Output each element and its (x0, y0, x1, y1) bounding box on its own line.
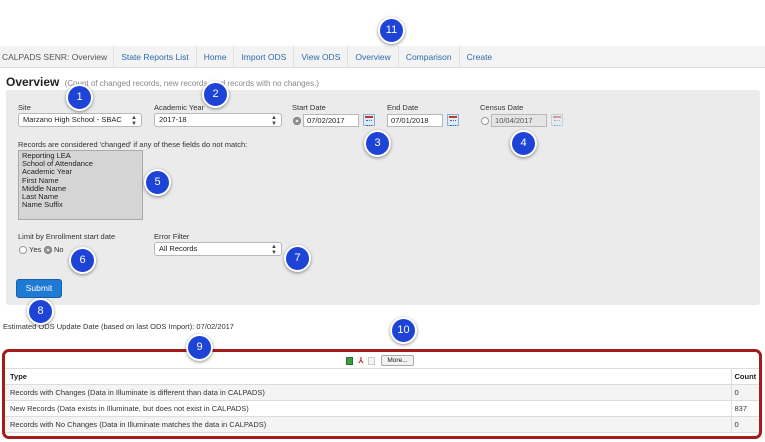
nav-link-home[interactable]: Home (195, 45, 234, 68)
fields-label: Records are considered 'changed' if any … (18, 140, 248, 149)
nav-link-state-reports-list[interactable]: State Reports List (113, 45, 196, 68)
limit-enrollment-label: Limit by Enrollment start date (18, 232, 116, 241)
nav-link-overview[interactable]: Overview (347, 45, 397, 68)
row-count: 0 (730, 384, 759, 401)
academic-year-select[interactable]: 2017-18 ▲ ▼ (154, 113, 282, 127)
callout-5: 5 (144, 169, 171, 196)
row-count: 837 (730, 400, 759, 417)
fields-list-item[interactable]: Name Suffix (22, 201, 142, 209)
more-button[interactable]: More... (381, 355, 414, 366)
site-select-value: Marzano High School - SBAC (23, 115, 122, 124)
start-date-label: Start Date (292, 103, 326, 112)
select-arrows-icon: ▲ ▼ (271, 244, 277, 256)
callout-11: 11 (378, 17, 405, 44)
pdf-export-icon[interactable]: ⅄ (357, 356, 365, 365)
app-title: CALPADS SENR: Overview (2, 51, 108, 62)
end-date-label: End Date (387, 103, 419, 112)
end-date-input[interactable]: 07/01/2018 (387, 114, 443, 127)
select-arrows-icon: ▲ ▼ (131, 115, 137, 127)
error-filter-select[interactable]: All Records ▲ ▼ (154, 242, 282, 256)
row-type: Records with Changes (Data in Illuminate… (5, 384, 731, 401)
submit-button[interactable]: Submit (16, 279, 62, 298)
callout-6: 6 (69, 247, 96, 274)
academic-year-value: 2017-18 (159, 115, 187, 124)
excel-export-icon[interactable] (346, 357, 353, 365)
callout-7: 7 (284, 245, 311, 272)
callout-2: 2 (202, 81, 229, 108)
top-nav: CALPADS SENR: Overview State Reports Lis… (0, 45, 765, 68)
callout-4: 4 (510, 130, 537, 157)
callout-10: 10 (390, 317, 417, 344)
nav-link-comparison[interactable]: Comparison (397, 45, 459, 68)
table-row: New Records (Data exists in Illuminate, … (5, 400, 759, 417)
site-label: Site (18, 103, 31, 112)
row-count: 0 (730, 416, 759, 433)
census-date-label: Census Date (480, 103, 524, 112)
nav-link-import-ods[interactable]: Import ODS (233, 45, 293, 68)
export-toolbar: ⅄ More... (5, 352, 759, 369)
page-heading: Overview (Count of changed records, new … (6, 75, 319, 89)
fields-listbox[interactable]: Reporting LEA School of Attendance Acade… (18, 150, 143, 220)
page-subtitle: (Count of changed records, new records, … (64, 79, 319, 88)
start-date-input[interactable]: 07/02/2017 (303, 114, 359, 127)
column-header-count[interactable]: Count (730, 369, 759, 385)
nav-link-view-ods[interactable]: View ODS (293, 45, 347, 68)
start-date-radio[interactable] (293, 117, 301, 125)
nav-link-create[interactable]: Create (458, 45, 500, 68)
error-filter-label: Error Filter (154, 232, 190, 241)
row-type: Records with No Changes (Data in Illumin… (5, 416, 731, 433)
academic-year-label: Academic Year (154, 103, 205, 112)
census-date-calendar-icon[interactable] (551, 114, 563, 126)
table-header-row: Type Count (5, 369, 759, 385)
filter-panel: Site Marzano High School - SBAC ▲ ▼ Acade… (6, 90, 760, 305)
census-date-input[interactable]: 10/04/2017 (491, 114, 547, 127)
limit-no-radio[interactable] (44, 246, 52, 254)
error-filter-value: All Records (159, 244, 198, 253)
limit-yes-label: Yes (29, 245, 42, 254)
start-date-calendar-icon[interactable] (363, 114, 375, 126)
limit-yes-radio[interactable] (19, 246, 27, 254)
page-title: Overview (6, 75, 60, 89)
results-panel: ⅄ More... Type Count Records with Change… (2, 349, 762, 439)
census-date-radio[interactable] (481, 117, 489, 125)
site-select[interactable]: Marzano High School - SBAC ▲ ▼ (18, 113, 142, 127)
table-row: Records with Changes (Data in Illuminate… (5, 384, 759, 401)
results-table: Type Count Records with Changes (Data in… (5, 369, 759, 433)
table-row: Records with No Changes (Data in Illumin… (5, 416, 759, 433)
callout-8: 8 (27, 298, 54, 325)
limit-no-label: No (54, 245, 64, 254)
print-icon[interactable] (368, 357, 375, 365)
row-type: New Records (Data exists in Illuminate, … (5, 400, 731, 417)
callout-1: 1 (66, 84, 93, 111)
column-header-type[interactable]: Type (5, 369, 731, 385)
callout-9: 9 (186, 334, 213, 361)
end-date-calendar-icon[interactable] (447, 114, 459, 126)
select-arrows-icon: ▲ ▼ (271, 115, 277, 127)
callout-3: 3 (364, 130, 391, 157)
